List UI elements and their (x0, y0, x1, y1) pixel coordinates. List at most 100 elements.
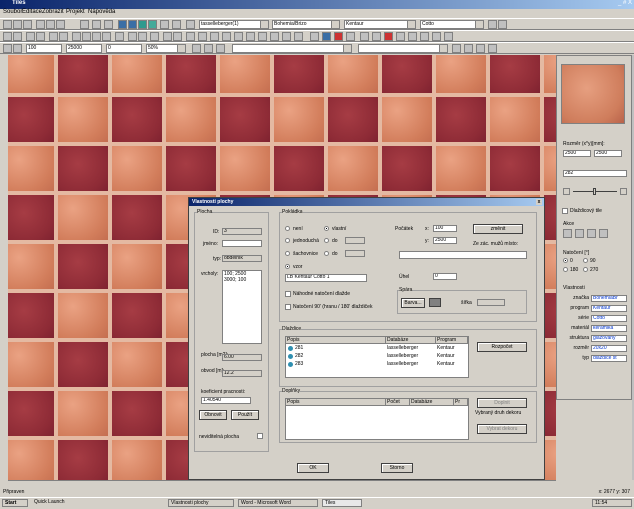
neviditelna-checkbox[interactable] (257, 433, 263, 439)
settings-icon[interactable] (172, 20, 181, 29)
program-combo[interactable]: Kentaur (344, 20, 416, 29)
opt5-icon[interactable] (464, 44, 473, 53)
menu-editace[interactable]: Editace (22, 9, 42, 15)
pocatek-x-field[interactable]: 100 (433, 225, 457, 232)
delete-icon[interactable] (92, 32, 101, 41)
pointer-icon[interactable] (104, 20, 113, 29)
col-pocet[interactable]: Počet (386, 399, 410, 406)
table-cell[interactable]: Kentaur (436, 361, 469, 368)
vrcholy-list[interactable]: 100; 2500 3000; 100 (222, 270, 262, 344)
layers-icon[interactable] (282, 32, 291, 41)
opt7-icon[interactable] (488, 44, 497, 53)
dialog-close-icon[interactable]: x (536, 199, 542, 205)
grid2-icon[interactable] (186, 32, 195, 41)
tile[interactable] (110, 55, 164, 95)
tile[interactable] (326, 95, 380, 144)
tile[interactable] (8, 438, 56, 480)
tile[interactable] (110, 144, 164, 193)
arrow-left-icon[interactable] (3, 44, 12, 53)
scissors-icon[interactable] (102, 32, 111, 41)
pattern-icon[interactable] (294, 32, 303, 41)
table-cell[interactable]: 282 (294, 353, 387, 360)
rozpocet-button[interactable]: Rozpočet (477, 342, 527, 352)
angle-field[interactable]: 0 (106, 44, 142, 53)
tile[interactable] (542, 55, 556, 95)
sachovnice-radio[interactable] (285, 251, 290, 256)
rot-180-radio[interactable] (563, 267, 568, 272)
jmeno-field[interactable] (222, 240, 262, 247)
door-icon[interactable] (138, 32, 147, 41)
mirror-icon[interactable] (210, 32, 219, 41)
select-icon[interactable] (3, 32, 12, 41)
pouzit-button[interactable]: Použít (231, 410, 259, 420)
nahodne-checkbox[interactable] (285, 291, 291, 297)
jednoducha-radio[interactable] (285, 238, 290, 243)
tile[interactable] (272, 55, 326, 95)
do2-radio[interactable] (324, 251, 329, 256)
new-icon[interactable] (3, 20, 12, 29)
view-icon[interactable] (322, 32, 331, 41)
pocatek-y-field[interactable]: 2500 (433, 237, 457, 244)
obnovit-button[interactable]: Obnovit (199, 410, 227, 420)
table-cell[interactable]: lasselleberger (386, 361, 437, 368)
akce-1-icon[interactable] (563, 229, 572, 238)
rot-90-radio[interactable] (583, 258, 588, 263)
tile[interactable] (380, 144, 434, 193)
render-icon[interactable] (334, 32, 343, 41)
tile[interactable] (56, 291, 110, 340)
database-combo[interactable]: tasselleberger(1) (199, 20, 269, 29)
tile[interactable] (56, 438, 110, 480)
tile[interactable] (8, 291, 56, 340)
tile[interactable] (380, 55, 434, 95)
tile[interactable] (110, 193, 164, 242)
style-combo[interactable] (358, 44, 448, 53)
col-databaze[interactable]: Databáze (386, 337, 436, 344)
tile[interactable] (164, 144, 218, 193)
series-combo[interactable]: Cotto (420, 20, 484, 29)
flag-icon[interactable] (396, 32, 405, 41)
origin-combo[interactable] (399, 251, 527, 259)
menu-napoveda[interactable]: Nápověda (88, 9, 115, 15)
window-icon[interactable] (150, 32, 159, 41)
tile[interactable] (8, 389, 56, 438)
zoom-field[interactable]: 50% (146, 44, 186, 53)
opt4-icon[interactable] (452, 44, 461, 53)
tile-combo[interactable]: 282 (563, 170, 627, 177)
table-cell[interactable]: 283 (294, 361, 387, 368)
layer-combo[interactable] (232, 44, 352, 53)
table-cell[interactable]: lasselleberger (386, 353, 437, 360)
tile-blue2-icon[interactable] (128, 20, 137, 29)
tile[interactable] (56, 389, 110, 438)
tile[interactable] (434, 144, 488, 193)
x-icon[interactable] (420, 32, 429, 41)
tile[interactable] (8, 144, 56, 193)
circle-icon[interactable] (59, 32, 68, 41)
menu-projekt[interactable]: Projekt (66, 9, 85, 15)
tile[interactable] (380, 95, 434, 144)
rotate-icon[interactable] (198, 32, 207, 41)
neni-radio[interactable] (285, 226, 290, 231)
ok-button[interactable]: OK (297, 463, 329, 473)
menu-zobrazit[interactable]: Zobrazit (42, 9, 64, 15)
arrow-right-icon[interactable] (13, 44, 22, 53)
akce-4-icon[interactable] (599, 229, 608, 238)
tile[interactable] (8, 55, 56, 95)
tile[interactable] (56, 55, 110, 95)
tile[interactable] (56, 242, 110, 291)
tile[interactable] (8, 95, 56, 144)
tile[interactable] (542, 95, 556, 144)
col-pr[interactable]: Pr (454, 399, 468, 406)
vlastni-radio[interactable] (324, 226, 329, 231)
tiles-table[interactable]: Popis Databáze Program 281 lasselleberger… (285, 336, 469, 378)
tile[interactable] (218, 144, 272, 193)
tile[interactable] (110, 95, 164, 144)
measure-icon[interactable] (270, 32, 279, 41)
start-button[interactable]: Start (2, 499, 28, 507)
tile[interactable] (56, 144, 110, 193)
koef-field[interactable]: 1.40540 (201, 397, 251, 404)
menu-soubor[interactable]: Soubor (3, 9, 22, 15)
hand-icon[interactable] (13, 32, 22, 41)
db-icon[interactable] (160, 20, 169, 29)
tile[interactable] (8, 242, 56, 291)
tile[interactable] (110, 291, 164, 340)
